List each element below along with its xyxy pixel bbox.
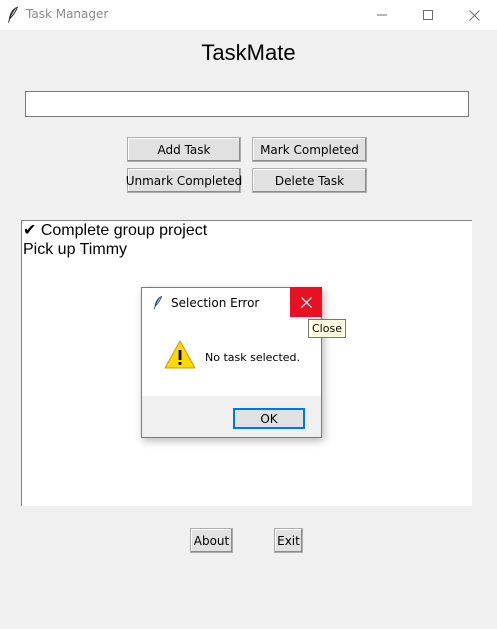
dialog-close-button[interactable] xyxy=(290,287,322,317)
ok-button[interactable]: OK xyxy=(233,408,305,429)
window-titlebar: Task Manager xyxy=(0,0,497,30)
minimize-button[interactable] xyxy=(359,0,405,30)
about-button[interactable]: About xyxy=(190,528,233,553)
window-title: Task Manager xyxy=(26,7,109,21)
close-icon xyxy=(468,9,480,21)
feather-icon xyxy=(8,6,18,23)
window-close-button[interactable] xyxy=(451,0,497,30)
maximize-icon xyxy=(423,10,433,20)
close-icon xyxy=(300,296,312,308)
task-input[interactable] xyxy=(25,91,469,117)
minimize-icon xyxy=(377,14,387,16)
mark-completed-button[interactable]: Mark Completed xyxy=(252,137,367,162)
list-item[interactable]: Pick up Timmy xyxy=(22,240,472,259)
dialog-message: No task selected. xyxy=(205,351,301,364)
close-tooltip: Close xyxy=(308,319,346,338)
dialog-body: No task selected. xyxy=(142,317,321,396)
exit-button[interactable]: Exit xyxy=(274,528,303,553)
dialog-title: Selection Error xyxy=(171,296,260,310)
add-task-button[interactable]: Add Task xyxy=(127,137,241,162)
app-heading: TaskMate xyxy=(201,40,296,65)
warning-icon xyxy=(164,340,196,369)
feather-icon xyxy=(153,295,163,310)
selection-error-dialog: Selection Error No task selected. OK xyxy=(141,287,322,438)
maximize-button[interactable] xyxy=(405,0,451,30)
delete-task-button[interactable]: Delete Task xyxy=(252,168,367,193)
unmark-completed-button[interactable]: Unmark Completed xyxy=(126,168,242,193)
list-item[interactable]: ✔ Complete group project xyxy=(22,221,472,240)
